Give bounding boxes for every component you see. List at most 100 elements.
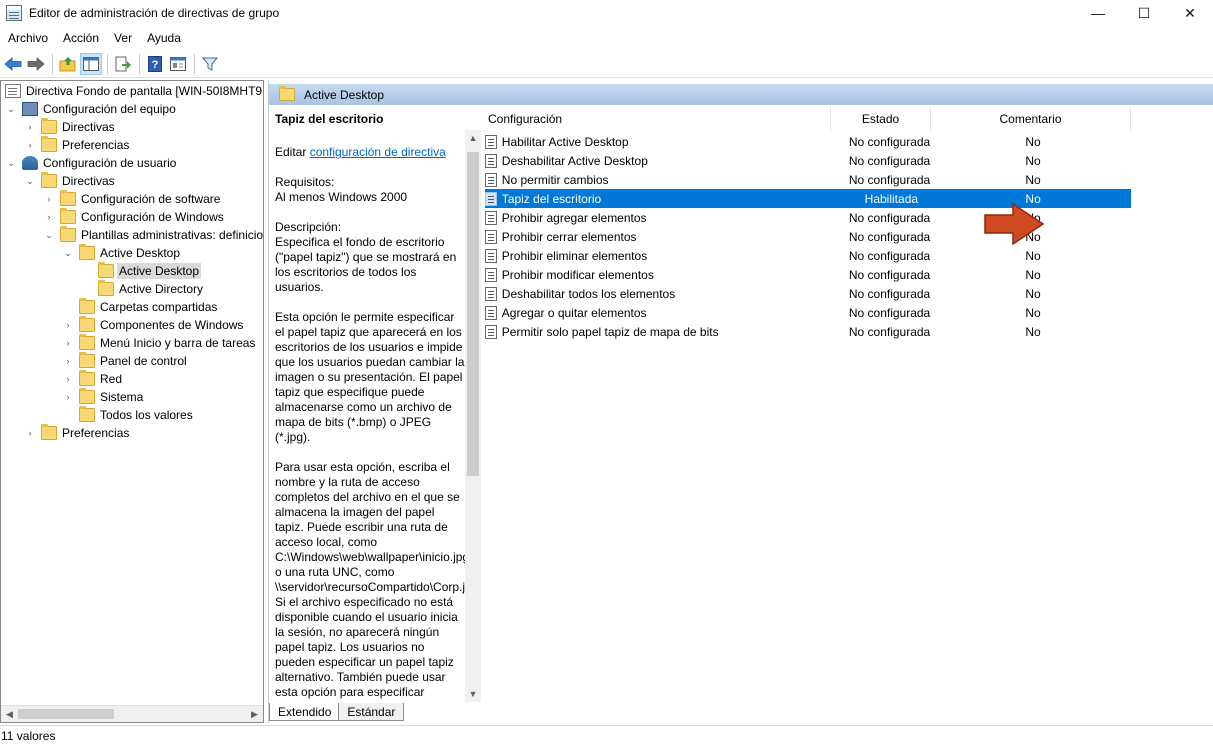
setting-state: No configurada [848, 210, 931, 225]
tree-item-computer-preferences[interactable]: › Preferencias [24, 136, 131, 154]
tree-horizontal-scrollbar[interactable]: ◀ ▶ [1, 705, 263, 722]
forward-button[interactable] [25, 53, 47, 75]
chevron-right-icon[interactable]: › [24, 139, 36, 151]
scroll-left-icon[interactable]: ◀ [1, 706, 18, 722]
setting-state: No configurada [848, 172, 931, 187]
policy-setting-icon [485, 324, 497, 339]
menu-archivo[interactable]: Archivo [0, 31, 55, 45]
tab-extendido[interactable]: Extendido [269, 703, 341, 721]
chevron-right-icon[interactable]: › [62, 391, 74, 403]
menu-ver[interactable]: Ver [106, 31, 139, 45]
tree-item-system[interactable]: › Sistema [62, 388, 145, 406]
setting-state: No configurada [848, 153, 931, 168]
up-folder-button[interactable] [57, 53, 79, 75]
chevron-right-icon[interactable]: › [43, 211, 55, 223]
chevron-down-icon[interactable]: ⌄ [24, 175, 36, 187]
list-row[interactable]: Permitir solo papel tapiz de mapa de bit… [485, 322, 1131, 341]
column-header-comment[interactable]: Comentario [931, 107, 1131, 131]
close-button[interactable]: ✕ [1167, 0, 1213, 26]
scroll-up-icon[interactable]: ▲ [465, 130, 481, 146]
window-title: Editor de administración de directivas d… [29, 6, 280, 20]
setting-comment: No [1025, 305, 1041, 320]
folder-icon [41, 136, 57, 152]
folder-icon [79, 316, 95, 332]
edit-line: Editar configuración de directiva [275, 145, 465, 160]
list-row[interactable]: Prohibir eliminar elementos No configura… [485, 246, 1131, 265]
filter-button[interactable] [199, 53, 221, 75]
tree-item-shared-folders[interactable]: Carpetas compartidas [79, 298, 219, 316]
list-row[interactable]: Deshabilitar Active Desktop No configura… [485, 151, 1131, 170]
status-bar: 11 valores [0, 725, 1213, 745]
tree-item-computer-directives[interactable]: › Directivas [24, 118, 117, 136]
setting-name: No permitir cambios [501, 172, 609, 187]
tree-label: Panel de control [100, 354, 187, 368]
tree-item-active-desktop-selected[interactable]: Active Desktop [98, 262, 202, 280]
policy-setting-icon [485, 191, 497, 206]
tree-item-computer-config[interactable]: ⌄ Configuración del equipo [5, 100, 178, 118]
list-row[interactable]: Deshabilitar todos los elementos No conf… [485, 284, 1131, 303]
maximize-button[interactable]: ☐ [1121, 0, 1167, 26]
export-list-button[interactable] [112, 53, 134, 75]
tree-item-active-desktop[interactable]: ⌄ Active Desktop [62, 244, 182, 262]
tree-item-all-values[interactable]: Todos los valores [79, 406, 195, 424]
setting-name: Prohibir cerrar elementos [501, 229, 637, 244]
scrollbar-thumb[interactable] [467, 152, 479, 476]
back-button[interactable] [2, 53, 24, 75]
tree-label: Directivas [62, 120, 115, 134]
tree-item-active-directory[interactable]: Active Directory [98, 280, 205, 298]
tree-item-start-menu[interactable]: › Menú Inicio y barra de tareas [62, 334, 257, 352]
chevron-right-icon[interactable]: › [24, 427, 36, 439]
chevron-down-icon[interactable]: ⌄ [43, 229, 55, 241]
tree-label: Active Desktop [100, 246, 181, 260]
list-row[interactable]: Habilitar Active Desktop No configurada … [485, 132, 1131, 151]
edit-policy-link[interactable]: configuración de directiva [310, 145, 446, 159]
chevron-down-icon[interactable]: ⌄ [5, 103, 17, 115]
filter-icon [202, 57, 218, 71]
description-vertical-scrollbar[interactable]: ▲ ▼ [465, 130, 481, 702]
tree-label: Active Directory [119, 282, 204, 296]
scroll-down-icon[interactable]: ▼ [465, 686, 481, 702]
menu-ayuda[interactable]: Ayuda [139, 31, 188, 45]
list-row[interactable]: Prohibir modificar elementos No configur… [485, 265, 1131, 284]
help-button[interactable]: ? [144, 53, 166, 75]
column-header-setting[interactable]: Configuración [481, 107, 831, 131]
chevron-right-icon[interactable]: › [62, 373, 74, 385]
tree-item-windows-components[interactable]: › Componentes de Windows [62, 316, 245, 334]
folder-icon [79, 244, 95, 260]
chevron-down-icon[interactable]: ⌄ [62, 247, 74, 259]
scroll-right-icon[interactable]: ▶ [246, 706, 263, 722]
setting-comment: No [1025, 324, 1041, 339]
setting-name: Habilitar Active Desktop [501, 134, 629, 149]
list-row[interactable]: No permitir cambios No configurada No [485, 170, 1131, 189]
chevron-right-icon[interactable]: › [43, 193, 55, 205]
chevron-right-icon[interactable]: › [62, 337, 74, 349]
tree-label: Preferencias [62, 426, 130, 440]
tree-item-software-config[interactable]: › Configuración de software [43, 190, 222, 208]
chevron-right-icon[interactable]: › [24, 121, 36, 133]
minimize-button[interactable]: — [1075, 0, 1121, 26]
setting-state: No configurada [848, 267, 931, 282]
tree-item-user-preferences[interactable]: › Preferencias [24, 424, 131, 442]
chevron-right-icon[interactable]: › [62, 319, 74, 331]
policy-setting-icon [485, 267, 497, 282]
tree-item-windows-config[interactable]: › Configuración de Windows [43, 208, 226, 226]
tab-estandar[interactable]: Estándar [338, 703, 405, 721]
scrollbar-thumb[interactable] [18, 709, 114, 719]
tree-item-user-config[interactable]: ⌄ Configuración de usuario [5, 154, 178, 172]
menu-accion[interactable]: Acción [55, 31, 106, 45]
column-header-state[interactable]: Estado [831, 107, 931, 131]
chevron-down-icon[interactable]: ⌄ [5, 157, 17, 169]
setting-comment: No [1025, 134, 1041, 149]
menu-bar: Archivo Acción Ver Ayuda [0, 28, 188, 48]
policy-setting-icon [485, 286, 497, 301]
description-paragraph-3: Para usar esta opción, escriba el nombre… [275, 460, 482, 699]
list-row[interactable]: Agregar o quitar elementos No configurad… [485, 303, 1131, 322]
tree-root[interactable]: Directiva Fondo de pantalla [WIN-50I8MHT… [5, 82, 263, 100]
tree-item-user-directives[interactable]: ⌄ Directivas [24, 172, 117, 190]
tree-item-admin-templates[interactable]: ⌄ Plantillas administrativas: definicio [43, 226, 263, 244]
show-hide-tree-button[interactable] [80, 52, 102, 75]
properties-button[interactable] [167, 53, 189, 75]
tree-item-network[interactable]: › Red [62, 370, 124, 388]
tree-item-control-panel[interactable]: › Panel de control [62, 352, 189, 370]
chevron-right-icon[interactable]: › [62, 355, 74, 367]
